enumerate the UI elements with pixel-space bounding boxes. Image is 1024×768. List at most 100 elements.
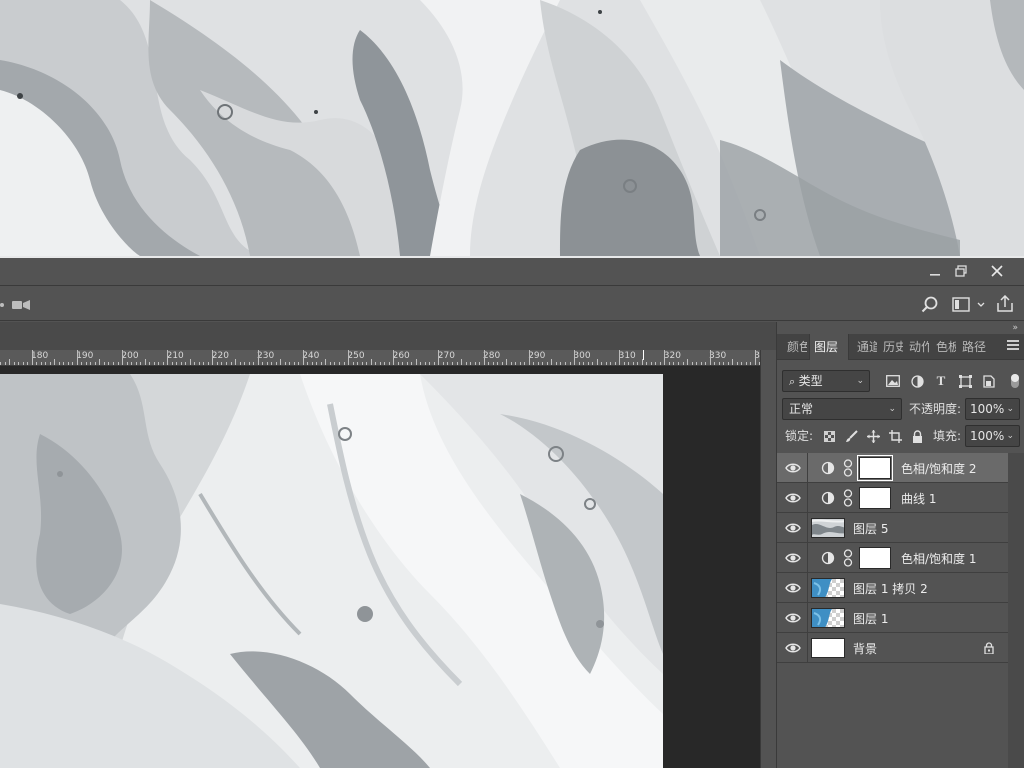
link-chain-icon[interactable] — [843, 549, 853, 567]
ruler-tick — [49, 362, 51, 365]
restore-button[interactable] — [944, 260, 978, 282]
lock-position-move-icon[interactable] — [865, 428, 881, 444]
filter-toggle-switch[interactable] — [1011, 374, 1019, 388]
ruler-tick — [108, 362, 110, 365]
eye-visibility-icon[interactable] — [785, 641, 801, 655]
ruler-tick — [506, 359, 508, 365]
adjustment-filter-icon[interactable] — [909, 373, 925, 389]
panel-menu-icon[interactable] — [1007, 340, 1019, 352]
ruler-tick — [610, 362, 612, 365]
ruler-tick — [519, 362, 521, 365]
smart-object-filter-icon[interactable] — [981, 373, 997, 389]
eye-visibility-icon[interactable] — [785, 551, 801, 565]
close-button[interactable] — [980, 260, 1014, 282]
ruler-tick — [18, 362, 20, 365]
opacity-input[interactable]: 100% ⌄ — [965, 398, 1020, 420]
type-filter-icon[interactable]: T — [933, 373, 949, 389]
layer-background[interactable]: 背景 — [777, 633, 1008, 663]
ruler-tick — [424, 362, 426, 365]
layer-mask-thumbnail[interactable] — [859, 487, 891, 509]
ruler-tick — [284, 362, 286, 365]
eye-visibility-icon[interactable] — [785, 521, 801, 535]
ruler-tick — [678, 362, 679, 365]
ruler-tick-label: 180 — [31, 351, 49, 361]
lock-artboard-crop-icon[interactable] — [887, 428, 903, 444]
layer-1-copy-2[interactable]: 图层 1 拷贝 2 — [777, 573, 1008, 603]
fill-input[interactable]: 100% ⌄ — [965, 425, 1020, 447]
layer-thumbnail[interactable] — [811, 518, 845, 538]
layer-name[interactable]: 背景 — [853, 640, 877, 657]
ruler-tick — [171, 362, 173, 365]
lock-all-icon[interactable] — [909, 428, 925, 444]
video-timeline-icon[interactable] — [0, 299, 32, 314]
ruler-tick — [614, 362, 616, 365]
layer-1[interactable]: 图层 1 — [777, 603, 1008, 633]
blend-mode-dropdown[interactable]: 正常 ⌄ — [782, 398, 902, 420]
ruler-tick — [574, 350, 576, 365]
layer-mask-thumbnail[interactable] — [857, 455, 893, 481]
canvas-workspace[interactable] — [0, 366, 760, 768]
link-chain-icon[interactable] — [843, 459, 853, 477]
ruler-tick — [198, 362, 200, 365]
ruler-tick — [619, 350, 621, 365]
layers-scrollbar[interactable] — [1008, 453, 1024, 768]
ruler-tick — [474, 362, 476, 365]
layer-name[interactable]: 图层 1 拷贝 2 — [853, 580, 928, 597]
search-icon[interactable] — [921, 296, 939, 317]
ruler-tick — [216, 362, 218, 365]
layer-mask-thumbnail[interactable] — [859, 547, 891, 569]
workspace-layout-icon[interactable] — [952, 297, 988, 316]
eye-visibility-icon[interactable] — [785, 461, 801, 475]
tab-history[interactable]: 历史 — [879, 334, 903, 360]
layer-5[interactable]: 图层 5 — [777, 513, 1008, 543]
ruler-tick — [687, 359, 689, 365]
ruler-tick-label: 300 — [573, 351, 591, 361]
layer-thumbnail[interactable] — [811, 608, 845, 628]
layer-curves-1[interactable]: 曲线 1 — [777, 483, 1008, 513]
layer-thumbnail[interactable] — [811, 638, 845, 658]
layer-thumbnail[interactable] — [811, 578, 845, 598]
ruler-tick — [388, 362, 390, 365]
ruler-tick — [578, 362, 580, 365]
document-canvas[interactable] — [0, 374, 663, 768]
shape-filter-icon[interactable] — [957, 373, 973, 389]
ruler-tick — [207, 362, 209, 365]
layer-name[interactable]: 图层 5 — [853, 520, 888, 537]
tab-channels[interactable]: 通道 — [853, 334, 877, 360]
layer-name[interactable]: 图层 1 — [853, 610, 888, 627]
layer-name[interactable]: 曲线 1 — [901, 490, 936, 507]
link-chain-icon[interactable] — [843, 489, 853, 507]
tab-swatches[interactable]: 色板 — [932, 334, 956, 360]
ruler-tick — [122, 350, 124, 365]
filter-kind-dropdown[interactable]: ⌕ 类型 ⌄ — [782, 370, 870, 392]
tab-paths[interactable]: 路径 — [958, 334, 988, 360]
vertical-scrollbar[interactable] — [760, 350, 776, 768]
eye-visibility-icon[interactable] — [785, 581, 801, 595]
ruler-tick — [483, 350, 485, 365]
lock-pixels-brush-icon[interactable] — [843, 428, 859, 444]
lock-transparent-icon[interactable] — [821, 428, 837, 444]
tab-layers[interactable]: 图层 — [809, 334, 849, 360]
ruler-tick — [456, 362, 458, 365]
panel-collapse-icon[interactable]: » — [1012, 323, 1018, 333]
ruler-tick — [637, 362, 639, 365]
eye-visibility-icon[interactable] — [785, 491, 801, 505]
layer-hue-saturation-2[interactable]: 色相/饱和度 2 — [777, 453, 1008, 483]
ruler-tick — [339, 362, 340, 365]
layer-hue-saturation-1[interactable]: 色相/饱和度 1 — [777, 543, 1008, 573]
layer-name[interactable]: 色相/饱和度 2 — [901, 460, 977, 477]
ruler-tick — [384, 362, 386, 365]
ruler-tick-label: 270 — [437, 351, 455, 361]
ruler-tick — [153, 362, 155, 365]
ruler-tick — [465, 362, 467, 365]
ruler-tick — [289, 362, 291, 365]
ruler-tick-label: 200 — [121, 351, 139, 361]
layer-name[interactable]: 色相/饱和度 1 — [901, 550, 977, 567]
ruler-tick-label: 220 — [211, 351, 229, 361]
pixel-filter-icon[interactable] — [885, 373, 901, 389]
share-icon[interactable] — [996, 294, 1014, 316]
ruler-tick — [316, 362, 318, 365]
tab-color[interactable]: 颜色 — [783, 334, 807, 360]
eye-visibility-icon[interactable] — [785, 611, 801, 625]
tab-actions[interactable]: 动作 — [905, 334, 929, 360]
